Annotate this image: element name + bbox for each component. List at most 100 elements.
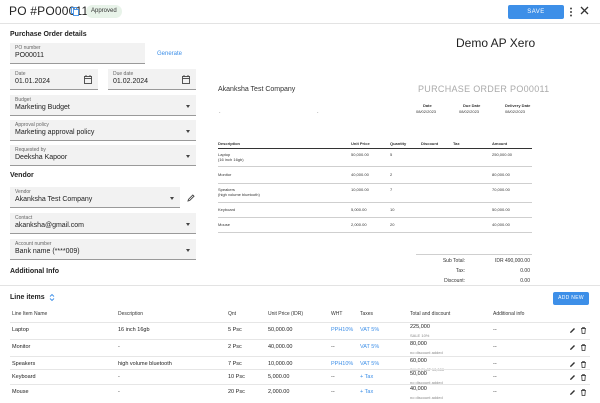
close-icon[interactable] xyxy=(580,6,589,15)
preview-col-tax: Tax xyxy=(453,141,460,146)
contact-value: akanksha@gmail.com xyxy=(15,222,84,229)
kebab-menu-icon[interactable] xyxy=(569,7,573,17)
date-field[interactable]: Date 01.01.2024 xyxy=(10,69,98,90)
preview-row-amount: 50,000.00 xyxy=(492,207,510,212)
requested-by-select[interactable]: Requested by Deeksha Kapoor xyxy=(10,145,196,166)
line-item-total: 80,000 xyxy=(410,341,427,347)
pencil-icon[interactable] xyxy=(187,194,195,202)
table-row[interactable]: Laptop 16 inch 16gb 5 Psc 50,000.00 PPH1… xyxy=(10,322,590,339)
line-item-total: 225,000 xyxy=(410,324,430,330)
preview-col-description: Description xyxy=(218,141,241,146)
preview-row-qty: 7 xyxy=(390,187,393,192)
save-button[interactable]: SAVE xyxy=(508,5,564,19)
status-badge: Approved xyxy=(86,5,122,18)
edit-icon[interactable] xyxy=(569,361,576,368)
line-item-taxes[interactable]: VAT 5% xyxy=(360,361,379,367)
chevron-down-icon xyxy=(186,130,190,133)
requested-by-value: Deeksha Kapoor xyxy=(15,154,68,161)
line-item-description: - xyxy=(118,344,120,350)
add-tax-link[interactable]: + Tax xyxy=(360,389,373,395)
line-item-qnt: 7 Psc xyxy=(228,361,242,367)
po-number-value: PO00011 xyxy=(15,52,45,59)
trash-icon[interactable] xyxy=(580,361,587,368)
preview-discount-value: 0.00 xyxy=(520,278,530,284)
line-item-total: 40,000 xyxy=(410,386,427,392)
line-item-wht[interactable]: PPH10% xyxy=(331,327,353,333)
account-number-select[interactable]: Account number Bank name (****009) xyxy=(10,239,196,260)
preview-row-desc: Keyboard xyxy=(218,207,236,212)
trash-icon[interactable] xyxy=(580,374,587,381)
col-description: Description xyxy=(118,311,144,317)
vendor-select[interactable]: Vendor Akanksha Test Company xyxy=(10,187,180,208)
copy-icon[interactable] xyxy=(71,7,79,16)
trash-icon[interactable] xyxy=(580,344,587,351)
generate-link[interactable]: Generate xyxy=(157,51,182,57)
date-label: Date xyxy=(15,71,26,77)
line-item-qnt: 20 Psc xyxy=(228,389,245,395)
col-qnt: Qnt xyxy=(228,311,237,317)
budget-select[interactable]: Budget Marketing Budget xyxy=(10,95,196,116)
line-item-price: 50,000.00 xyxy=(268,327,293,333)
preview-col-amount: Amount xyxy=(492,141,508,146)
preview-subtotal-value: IDR 490,000.00 xyxy=(494,258,530,264)
table-row[interactable]: Monitor - 2 Psc 40,000.00 -- VAT 5% 80,0… xyxy=(10,339,590,356)
edit-icon[interactable] xyxy=(569,327,576,334)
line-item-qnt: 10 Psc xyxy=(228,374,245,380)
line-item-wht[interactable]: -- xyxy=(331,374,335,380)
line-item-discount: no discount added xyxy=(410,395,443,400)
calendar-icon[interactable] xyxy=(84,75,92,84)
preview-col-discount: Discount xyxy=(421,141,439,146)
sort-icon[interactable] xyxy=(49,293,55,302)
approval-policy-select[interactable]: Approval policy Marketing approval polic… xyxy=(10,120,196,141)
preview-row-amount: 250,000.00 xyxy=(492,152,513,157)
line-item-price: 5,000.00 xyxy=(268,374,290,380)
add-tax-link[interactable]: + Tax xyxy=(360,374,373,380)
line-item-wht[interactable]: PPH10% xyxy=(331,361,353,367)
preview-due-date-label: Due Date xyxy=(463,103,481,108)
table-row[interactable]: Mouse - 20 Psc 2,000.00 -- + Tax 40,000 … xyxy=(10,384,590,401)
line-item-wht[interactable]: -- xyxy=(331,344,335,350)
line-item-discount: SALE 10% xyxy=(410,333,430,338)
edit-icon[interactable] xyxy=(569,374,576,381)
col-wht: WHT xyxy=(331,311,343,317)
line-item-discount: no discount added xyxy=(410,350,443,355)
trash-icon[interactable] xyxy=(580,327,587,334)
edit-icon[interactable] xyxy=(569,389,576,396)
col-additional-info: Additional info xyxy=(493,311,525,317)
line-item-name: Speakers xyxy=(12,361,36,367)
vendor-label: Vendor xyxy=(15,189,31,195)
add-new-button[interactable]: ADD NEW xyxy=(553,292,589,305)
date-value: 01.01.2024 xyxy=(15,78,51,85)
budget-label: Budget xyxy=(15,97,31,103)
preview-due-date-value: 08/02/2023 xyxy=(459,109,480,114)
line-item-total: 60,000 xyxy=(410,358,427,364)
chevron-down-icon xyxy=(186,105,190,108)
due-date-value: 01.02.2024 xyxy=(113,78,149,85)
line-item-info: -- xyxy=(493,361,497,367)
due-date-field[interactable]: Due date 01.02.2024 xyxy=(108,69,196,90)
line-item-wht[interactable]: -- xyxy=(331,389,335,395)
preview-row-price: 10,000.00 xyxy=(351,187,369,192)
line-item-name: Monitor xyxy=(12,344,31,350)
line-item-taxes[interactable]: VAT 5% xyxy=(360,344,379,350)
line-item-info: -- xyxy=(493,374,497,380)
preview-row-price: 2,000.00 xyxy=(351,222,367,227)
line-item-price: 40,000.00 xyxy=(268,344,293,350)
trash-icon[interactable] xyxy=(580,389,587,396)
line-item-taxes[interactable]: VAT 5% xyxy=(360,327,379,333)
line-item-name: Keyboard xyxy=(12,374,36,380)
chevron-down-icon xyxy=(186,155,190,158)
vendor-value: Akanksha Test Company xyxy=(15,196,93,203)
line-item-description: high volume bluetooth xyxy=(118,361,172,367)
approval-policy-value: Marketing approval policy xyxy=(15,129,95,136)
po-number-field[interactable]: PO number PO00011 xyxy=(10,43,145,64)
calendar-icon[interactable] xyxy=(182,75,190,84)
preview-totals-rule xyxy=(416,254,532,255)
col-total-discount: Total and discount xyxy=(410,311,451,317)
budget-value: Marketing Budget xyxy=(15,104,70,111)
po-details-title: Purchase Order details xyxy=(10,31,87,38)
edit-icon[interactable] xyxy=(569,344,576,351)
contact-select[interactable]: Contact akanksha@gmail.com xyxy=(10,213,196,234)
contact-label: Contact xyxy=(15,215,33,221)
preview-row-desc2: (high volume bluetooth) xyxy=(218,192,260,197)
